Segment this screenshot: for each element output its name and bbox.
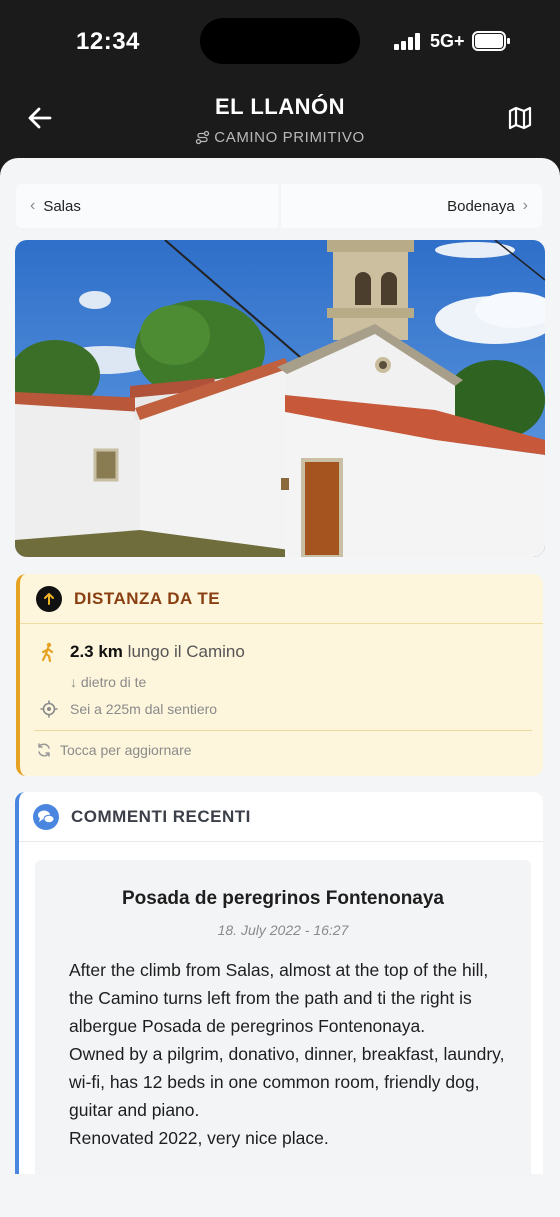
status-bar: 12:34 5G+ (0, 0, 560, 84)
comments-card-header: COMMENTI RECENTI (19, 792, 543, 842)
offtrail-label: Sei a 225m dal sentiero (70, 701, 218, 717)
status-time: 12:34 (76, 28, 140, 55)
arrow-up-icon (36, 585, 62, 612)
comment-paragraph: Owned by a pilgrim, donativo, dinner, br… (69, 1044, 505, 1120)
refresh-label: Tocca per aggiornare (60, 742, 192, 758)
distance-along-label: lungo il Camino (127, 642, 245, 661)
map-icon (508, 106, 532, 130)
direction-label: ↓ dietro di te (70, 674, 147, 690)
next-stage-button[interactable]: Bodenaya › (280, 184, 542, 228)
content-sheet: ‹ Salas Bodenaya › DISTANZA DA TE 2.3 km… (0, 158, 560, 1217)
comment-body: After the climb from Salas, almost at th… (69, 956, 509, 1152)
bottom-safe-area (0, 1174, 560, 1217)
map-button[interactable] (502, 100, 538, 136)
location-photo[interactable] (15, 240, 545, 557)
comments-card: COMMENTI RECENTI Posada de peregrinos Fo… (15, 792, 543, 1217)
signal-icon (394, 32, 424, 50)
next-stage-label: Bodenaya (447, 197, 515, 215)
refresh-row[interactable]: Tocca per aggiornare (36, 742, 192, 758)
comment-paragraph: Renovated 2022, very nice place. (69, 1128, 329, 1148)
distance-value: 2.3 km (70, 642, 123, 661)
page-title: EL LLANÓN (215, 94, 345, 119)
nav-header: EL LLANÓN CAMINO PRIMITIVO (0, 84, 560, 160)
comments-card-title: COMMENTI RECENTI (71, 806, 251, 826)
chevron-left-icon: ‹ (30, 197, 36, 214)
refresh-icon (38, 743, 50, 757)
distance-card[interactable]: DISTANZA DA TE 2.3 km lungo il Camino ↓ … (16, 574, 543, 776)
offtrail-row: Sei a 225m dal sentiero (40, 700, 217, 718)
route-icon (196, 130, 210, 145)
location-target-icon (40, 700, 58, 718)
previous-stage-button[interactable]: ‹ Salas (16, 184, 278, 228)
walking-icon (41, 642, 54, 662)
distance-row: 2.3 km lungo il Camino (40, 642, 245, 662)
comment-title: Posada de peregrinos Fontenonaya (121, 888, 445, 909)
church-image (15, 240, 545, 557)
stage-navigation: ‹ Salas Bodenaya › (16, 184, 542, 228)
page-subtitle: CAMINO PRIMITIVO (0, 129, 560, 146)
previous-stage-label: Salas (43, 197, 81, 215)
divider (34, 730, 532, 731)
comment-paragraph: After the climb from Salas, almost at th… (69, 960, 489, 1036)
comment-date: 18. July 2022 - 16:27 (217, 922, 349, 938)
network-label: 5G+ (430, 31, 465, 51)
distance-card-title: DISTANZA DA TE (74, 588, 221, 608)
chat-bubbles-icon (33, 803, 59, 830)
battery-icon (472, 31, 510, 51)
route-name: CAMINO PRIMITIVO (214, 129, 365, 146)
dynamic-island (200, 18, 360, 64)
chevron-right-icon: › (522, 197, 528, 214)
distance-card-header: DISTANZA DA TE (20, 574, 543, 624)
comment-item[interactable]: Posada de peregrinos Fontenonaya 18. Jul… (35, 860, 531, 1217)
